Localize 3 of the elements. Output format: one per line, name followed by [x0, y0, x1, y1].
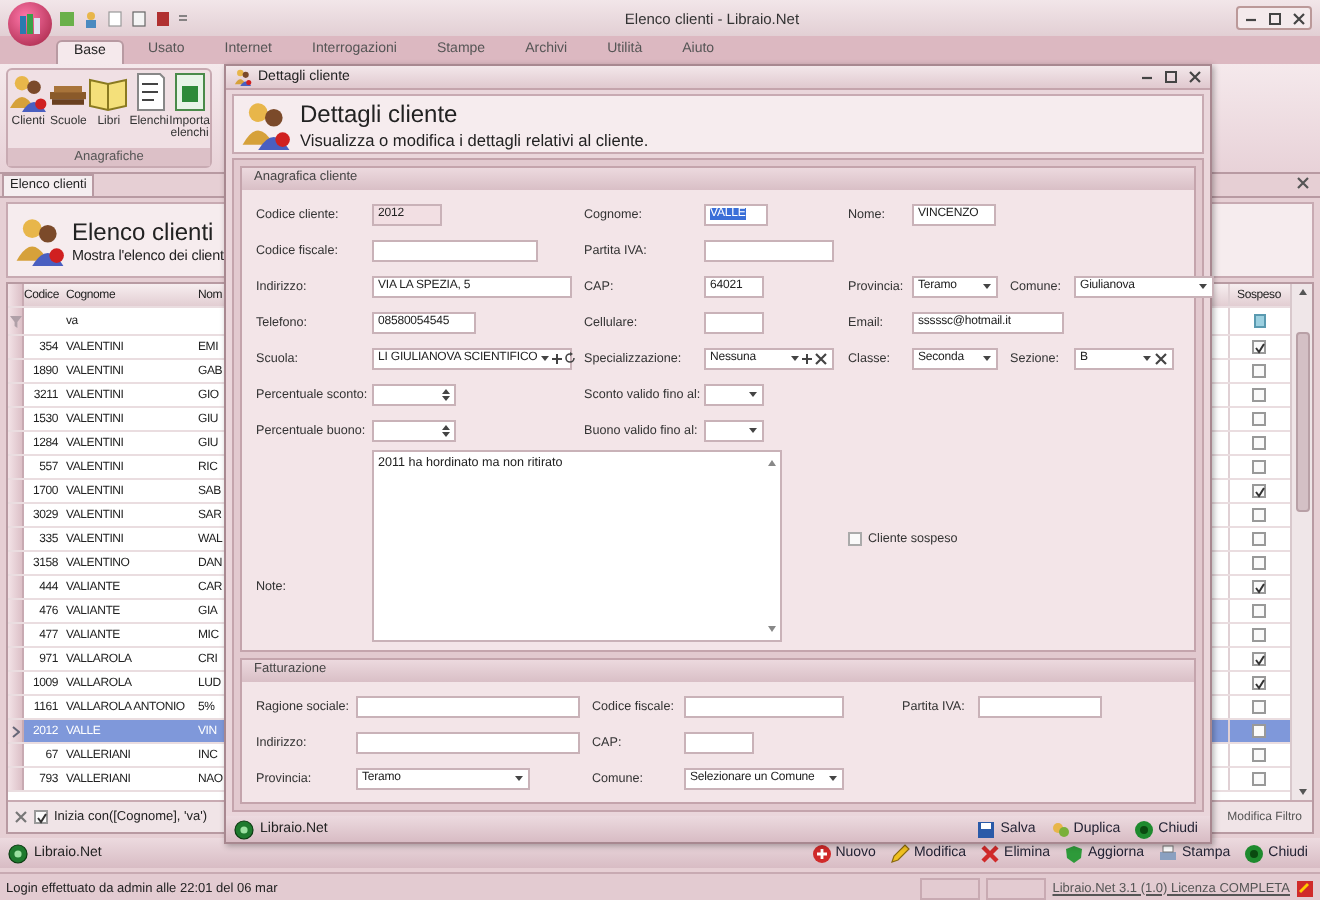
panel-title: Elenco clienti — [72, 217, 216, 245]
dialog-subtitle: Visualizza o modifica i dettagli relativi al cliente. — [300, 129, 649, 150]
dialog-heading: Dettagli cliente — [300, 99, 460, 130]
